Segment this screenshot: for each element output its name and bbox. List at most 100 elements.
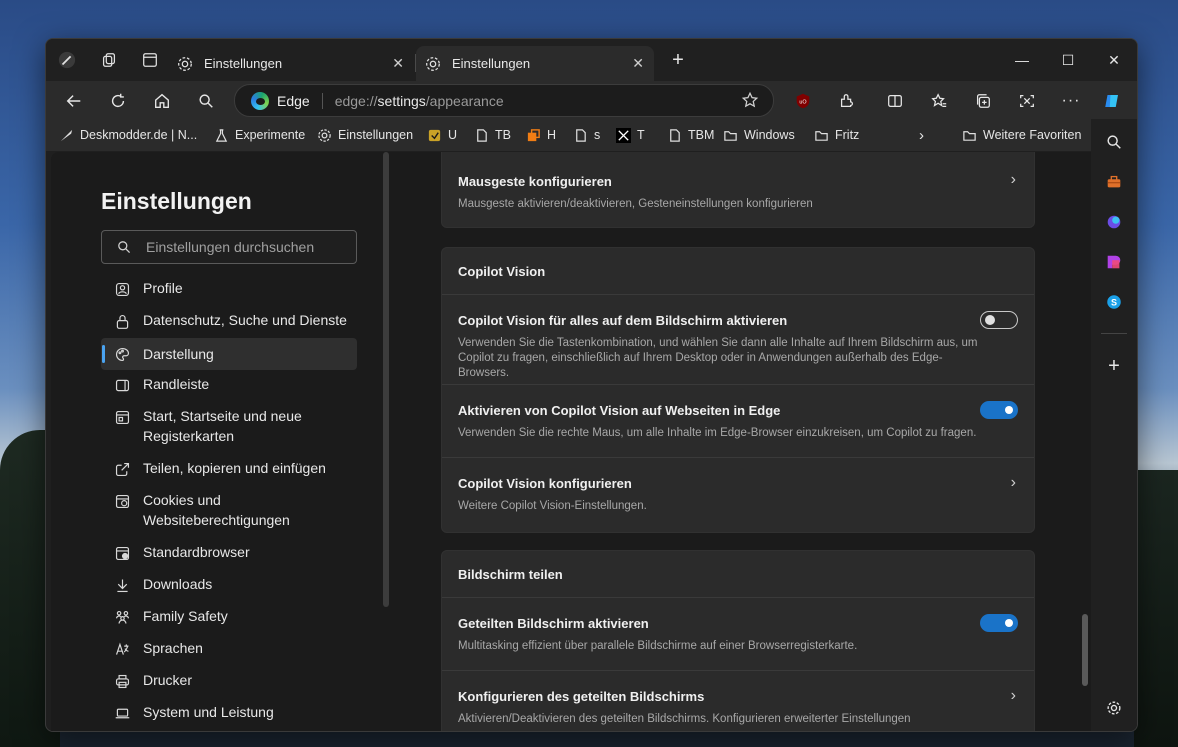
profile-icon	[113, 280, 131, 298]
sidebar-icon	[113, 376, 131, 394]
page-icon	[572, 127, 588, 143]
skype-icon[interactable]: S	[1103, 291, 1125, 313]
mouse-gesture-desc: Mausgeste aktivieren/deaktivieren, Geste…	[458, 198, 813, 210]
sidebar-item-system[interactable]: System und Leistung	[101, 702, 357, 726]
split-screen-header: Bildschirm teilen	[442, 551, 1034, 598]
sidebar-item-family-safety[interactable]: Family Safety	[101, 606, 357, 630]
cookie-icon	[113, 492, 131, 510]
more-options-icon[interactable]: ···	[1058, 88, 1084, 114]
search-icon[interactable]	[1103, 131, 1125, 153]
bookmark-label: U	[448, 128, 458, 142]
add-icon[interactable]: +	[1103, 355, 1125, 377]
bookmark-h[interactable]: H	[525, 126, 556, 144]
mouse-gesture-row[interactable]: Mausgeste konfigurieren Mausgeste aktivi…	[442, 152, 1034, 227]
extensions-icon[interactable]	[834, 88, 860, 114]
sidebar-item-label: System und Leistung	[143, 704, 274, 720]
copilot-screen-toggle[interactable]	[980, 311, 1018, 329]
split-enable-title: Geteilten Bildschirm aktivieren	[458, 616, 649, 631]
collections-icon[interactable]	[970, 88, 996, 114]
ublock-icon[interactable]: uO	[790, 88, 816, 114]
extension-icon	[426, 127, 442, 143]
bookmark-label: Fritz	[835, 128, 860, 142]
split-configure-row[interactable]: Konfigurieren des geteilten Bildschirms …	[442, 671, 1034, 731]
bookmark-t[interactable]: T	[615, 126, 645, 144]
bookmark-deskmodder[interactable]: Deskmodder.de | N...	[58, 126, 197, 144]
language-icon	[113, 640, 131, 658]
lock-icon	[113, 312, 131, 330]
search-icon[interactable]	[193, 88, 219, 114]
mouse-gesture-card: Mausgeste konfigurieren Mausgeste aktivi…	[441, 152, 1035, 228]
split-screen-icon[interactable]	[882, 88, 908, 114]
sidebar-item-cookies[interactable]: Cookies und Websiteberechtigungen	[101, 490, 357, 534]
bookmark-label: TB	[495, 128, 511, 142]
workspaces-icon[interactable]	[98, 49, 120, 71]
main-scrollbar[interactable]	[1082, 614, 1088, 686]
home-icon[interactable]	[149, 88, 175, 114]
bookmark-weitere-favoriten[interactable]: Weitere Favoriten	[961, 126, 1081, 144]
svg-text:uO: uO	[799, 100, 806, 106]
sidebar-item-profile[interactable]: Profile	[101, 278, 357, 302]
bookmark-u[interactable]: U	[426, 126, 457, 144]
page-icon	[473, 127, 489, 143]
bookmark-tbm[interactable]: TBM	[666, 126, 714, 144]
favorites-icon[interactable]	[926, 88, 952, 114]
chevron-right-icon[interactable]: ›	[919, 126, 924, 144]
address-bar[interactable]: Edge edge://settings/appearance	[234, 84, 774, 117]
sidebar-item-appearance[interactable]: Darstellung	[101, 338, 357, 370]
close-window-icon[interactable]: ✕	[1091, 39, 1137, 81]
copilot-icon[interactable]	[1099, 88, 1125, 114]
sidebar-item-sidebar[interactable]: Randleiste	[101, 374, 357, 398]
favorite-star-icon[interactable]	[741, 91, 759, 114]
sidebar-item-label: Randleiste	[143, 376, 210, 392]
bookmark-experimente[interactable]: Experimente	[213, 126, 305, 144]
profile-brush-icon[interactable]	[56, 49, 78, 71]
close-icon[interactable]: ✕	[632, 55, 644, 72]
toolbar: Edge edge://settings/appearance uO ···	[46, 81, 1137, 119]
gear-icon[interactable]	[1103, 697, 1125, 719]
refresh-icon[interactable]	[105, 88, 131, 114]
sidebar-item-start[interactable]: Start, Startseite und neue Registerkarte…	[101, 406, 357, 450]
copilot-app-icon[interactable]	[1103, 211, 1125, 233]
laptop-icon	[113, 704, 131, 722]
sidebar-item-downloads[interactable]: Downloads	[101, 574, 357, 598]
minimize-icon[interactable]: —	[999, 39, 1045, 81]
sidebar-item-label: Family Safety	[143, 608, 228, 624]
screenshot-icon[interactable]	[1014, 88, 1040, 114]
settings-search-input[interactable]: Einstellungen durchsuchen	[101, 230, 357, 264]
printer-icon	[113, 672, 131, 690]
copilot-vision-card: Copilot Vision Copilot Vision für alles …	[441, 247, 1035, 533]
tab-actions-icon[interactable]	[139, 49, 161, 71]
sidebar-item-label: Downloads	[143, 576, 213, 592]
split-enable-toggle[interactable]	[980, 614, 1018, 632]
bookmark-windows[interactable]: Windows	[722, 126, 795, 144]
close-icon[interactable]: ✕	[392, 55, 404, 72]
svg-text:S: S	[1111, 298, 1117, 308]
settings-main: Mausgeste konfigurieren Mausgeste aktivi…	[389, 152, 1091, 731]
new-tab-icon[interactable]: +	[667, 49, 689, 71]
x-logo-icon	[615, 127, 631, 143]
copilot-configure-title: Copilot Vision konfigurieren	[458, 476, 632, 491]
copilot-configure-row[interactable]: Copilot Vision konfigurieren Weitere Cop…	[442, 458, 1034, 531]
sidebar-item-printers[interactable]: Drucker	[101, 670, 357, 694]
sidebar-item-privacy[interactable]: Datenschutz, Suche und Dienste	[101, 310, 357, 334]
address-url[interactable]: edge://settings/appearance	[335, 93, 504, 109]
bookmark-tb[interactable]: TB	[473, 126, 511, 144]
toolbox-icon[interactable]	[1103, 171, 1125, 193]
bookmark-einstellungen[interactable]: Einstellungen	[316, 126, 413, 144]
download-icon	[113, 576, 131, 594]
tab-1[interactable]: Einstellungen ✕	[176, 46, 416, 81]
tab-2[interactable]: Einstellungen ✕	[416, 46, 654, 81]
bookmark-fritz[interactable]: Fritz	[813, 126, 859, 144]
copilot-web-toggle[interactable]	[980, 401, 1018, 419]
sidebar-item-share[interactable]: Teilen, kopieren und einfügen	[101, 458, 357, 482]
sidebar-item-languages[interactable]: Sprachen	[101, 638, 357, 662]
maximize-icon[interactable]: ☐	[1045, 39, 1091, 81]
back-icon[interactable]	[61, 88, 87, 114]
sidebar-item-label: Start, Startseite und neue Registerkarte…	[143, 408, 302, 444]
sidebar-item-default-browser[interactable]: Standardbrowser	[101, 542, 357, 566]
browser-icon	[113, 544, 131, 562]
url-suffix: /appearance	[425, 92, 504, 109]
url-highlight: settings	[377, 92, 426, 109]
bookmark-s[interactable]: s	[572, 126, 600, 144]
designer-icon[interactable]	[1103, 251, 1125, 273]
